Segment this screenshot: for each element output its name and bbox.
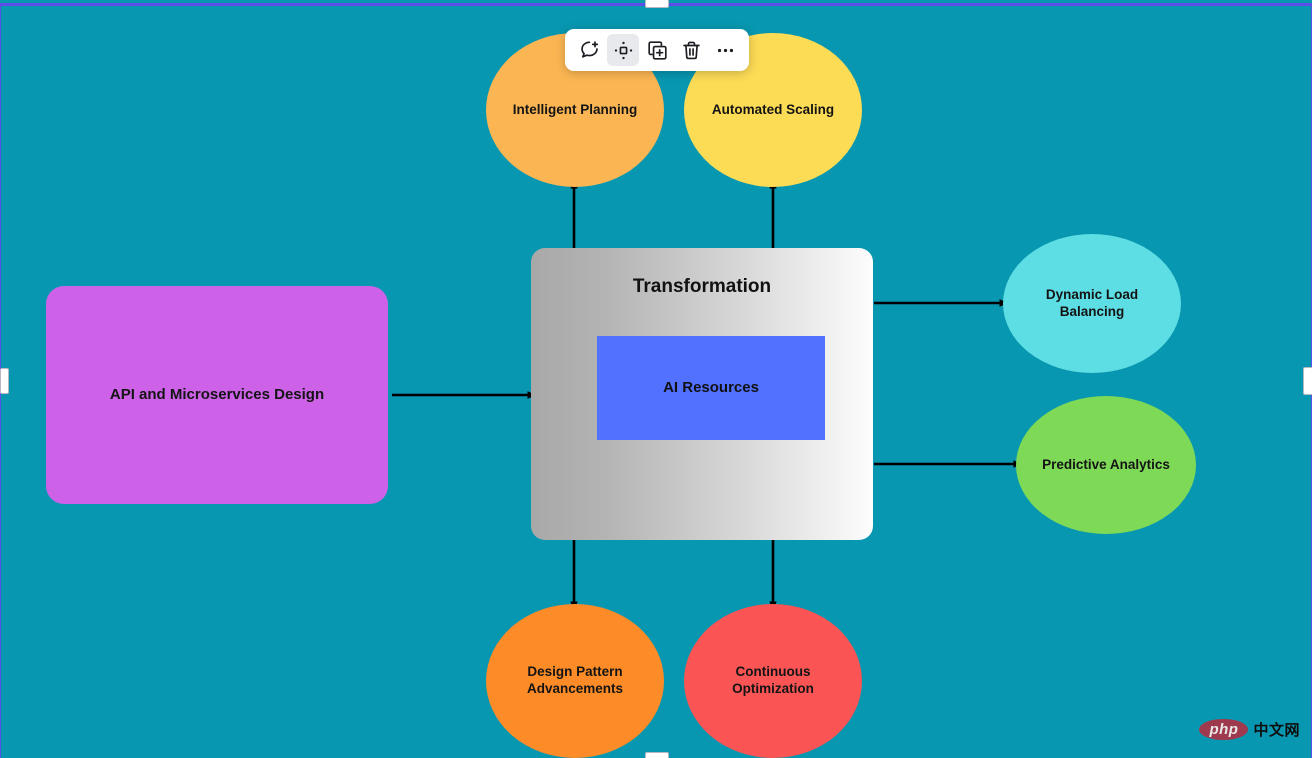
- node-continuous-optimization[interactable]: Continuous Optimization: [684, 604, 862, 758]
- trash-icon: [682, 41, 700, 59]
- node-api-microservices-design[interactable]: API and Microservices Design: [46, 286, 388, 504]
- comment-plus-icon: [580, 40, 598, 58]
- node-ai-resources[interactable]: AI Resources: [597, 336, 825, 440]
- node-transformation[interactable]: Transformation AI Resources: [531, 248, 873, 540]
- diagram-canvas[interactable]: Transformation AI Resources API and Micr…: [0, 0, 1312, 758]
- node-intelligent-planning-label: Intelligent Planning: [512, 101, 638, 117]
- node-dynamic-load-balancing[interactable]: Dynamic Load Balancing: [1003, 234, 1181, 373]
- node-api-microservices-design-label: API and Microservices Design: [109, 385, 325, 403]
- node-dynamic-load-balancing-label: Dynamic Load Balancing: [1045, 286, 1139, 319]
- resize-handle-right[interactable]: [1303, 367, 1312, 395]
- delete-button[interactable]: [675, 34, 707, 66]
- duplicate-icon: [647, 40, 667, 60]
- floating-toolbar[interactable]: [565, 29, 749, 71]
- more-options-button[interactable]: [709, 34, 741, 66]
- ellipsis-icon: [717, 48, 733, 52]
- resize-handle-left[interactable]: [0, 368, 9, 394]
- node-design-pattern-advancements-label: Design Pattern Advancements: [526, 664, 624, 696]
- watermark: php 中文网: [1199, 718, 1300, 740]
- watermark-site-text: 中文网: [1253, 721, 1300, 739]
- add-comment-button[interactable]: [573, 34, 605, 66]
- node-automated-scaling-label: Automated Scaling: [711, 101, 835, 117]
- move-icon: [614, 41, 632, 59]
- node-transformation-label: Transformation: [632, 276, 772, 297]
- duplicate-button[interactable]: [641, 34, 673, 66]
- node-predictive-analytics[interactable]: Predictive Analytics: [1016, 396, 1196, 534]
- node-ai-resources-label: AI Resources: [663, 378, 759, 396]
- resize-handle-top[interactable]: [645, 0, 669, 8]
- node-predictive-analytics-label: Predictive Analytics: [1042, 456, 1170, 472]
- resize-handle-bottom[interactable]: [645, 752, 669, 758]
- move-button[interactable]: [607, 34, 639, 66]
- node-design-pattern-advancements[interactable]: Design Pattern Advancements: [486, 604, 664, 758]
- watermark-logo: php: [1199, 718, 1249, 740]
- node-continuous-optimization-label: Continuous Optimization: [732, 664, 814, 696]
